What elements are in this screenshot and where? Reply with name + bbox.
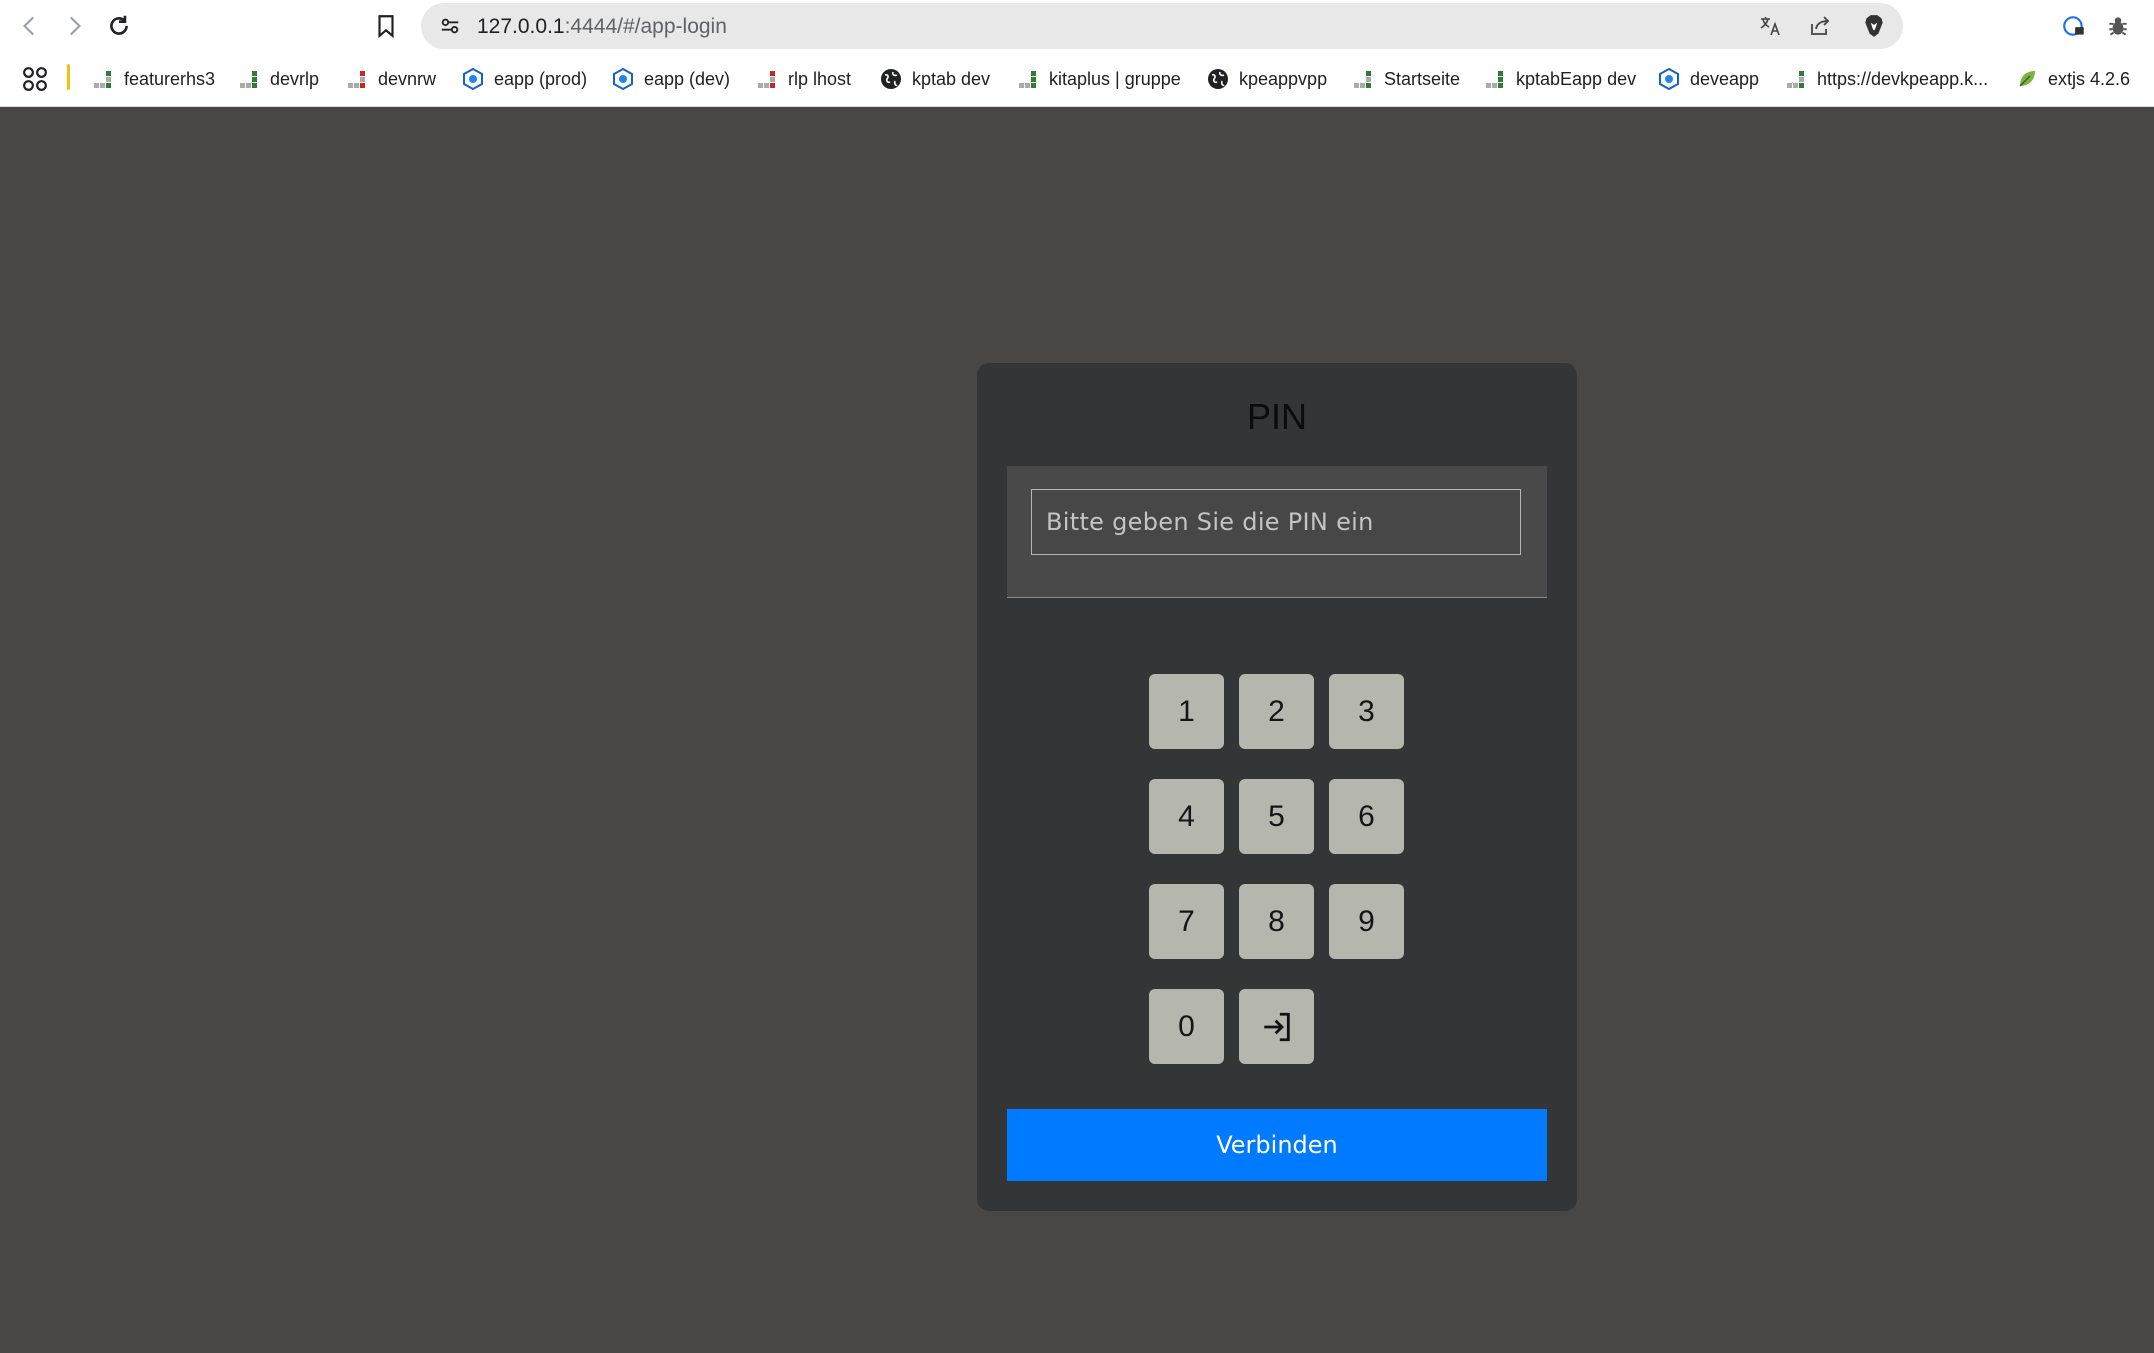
bars-icon [1352,68,1374,90]
url-path: :4444/#/app-login [564,15,727,38]
bookmark-label: eapp (dev) [644,68,731,89]
pin-login-card: PIN 1 2 3 4 5 6 7 8 9 0 Verbinden [977,363,1577,1211]
hex-logo-icon [462,67,484,91]
pin-title: PIN [1246,396,1307,437]
extension-lock-icon [2063,16,2084,36]
keypad-key-2[interactable]: 2 [1239,674,1314,749]
bookmark-item[interactable]: kitaplus | gruppe [1017,65,1181,93]
reload-icon [110,15,128,35]
bookmark-label: kpeappvpp [1239,68,1328,89]
login-arrow-icon [1263,1012,1290,1041]
bookmark-label: devrlp [270,68,320,89]
bookmark-item[interactable]: kpeappvpp [1207,65,1327,93]
bookmark-label: Startseite [1384,68,1461,89]
keypad-key-0[interactable]: 0 [1149,989,1224,1064]
bookmark-label: extjs 4.2.6 [2048,68,2131,89]
bookmark-label: https://devkpeapp.k... [1817,68,1989,89]
bookmark-item[interactable]: deveapp [1658,65,1759,93]
bookmark-item[interactable]: eapp (dev) [612,65,730,93]
globe-icon [880,68,902,90]
back-arrow-icon [23,16,35,36]
address-bar[interactable]: 127.0.0.1:4444/#/app-login [421,3,1903,49]
leaf-icon [2016,68,2038,90]
bookmark-item[interactable]: https://devkpeapp.k... [1785,65,1988,93]
forward-arrow-icon [69,16,81,36]
translate-icon[interactable] [1757,13,1783,39]
apps-grid-icon[interactable] [22,66,48,92]
bookmark-label: rlp lhost [788,68,852,89]
bars-icon [1484,68,1506,90]
browser-toolbar: 127.0.0.1:4444/#/app-login [0,0,2154,52]
forward-button[interactable] [52,4,96,48]
bookmark-item[interactable]: featurerhs3 [92,65,215,93]
bars-icon [238,68,260,90]
bookmark-icon [378,15,394,39]
keypad-key-7[interactable]: 7 [1149,884,1224,959]
bookmark-label: devnrw [378,68,437,89]
connect-button[interactable]: Verbinden [1007,1109,1547,1181]
bookmark-label: kptabEapp dev [1516,68,1637,89]
bookmark-item[interactable]: kptab dev [880,65,990,93]
bars-icon [1785,68,1807,90]
bars-icon [346,68,368,90]
keypad-key-3[interactable]: 3 [1329,674,1404,749]
keypad-key-1[interactable]: 1 [1149,674,1224,749]
site-settings-icon[interactable] [437,13,463,39]
bookmark-item[interactable]: eapp (prod) [462,65,587,93]
bookmark-label: kptab dev [912,68,991,89]
keypad-key-5[interactable]: 5 [1239,779,1314,854]
keypad-key-9[interactable]: 9 [1329,884,1404,959]
share-icon[interactable] [1807,13,1833,39]
url-text: 127.0.0.1:4444/#/app-login [477,15,727,39]
bug-icon [2109,17,2127,36]
pin-input-panel [1007,466,1547,598]
debug-extension-button[interactable] [2096,4,2140,48]
bookmark-item[interactable]: kptabEapp dev [1484,65,1636,93]
bookmarks-separator [67,64,70,90]
bookmark-item[interactable]: rlp lhost [756,65,851,93]
keypad-key-4[interactable]: 4 [1149,779,1224,854]
bars-icon [92,68,114,90]
bookmark-item[interactable]: devrlp [238,65,319,93]
url-host: 127.0.0.1 [477,15,565,38]
pin-input[interactable] [1031,489,1521,555]
globe-icon [1207,68,1229,90]
bars-icon [756,68,778,90]
bookmark-page-button[interactable] [364,4,408,48]
bookmark-item[interactable]: devnrw [346,65,436,93]
hex-logo-icon [1658,67,1680,91]
keypad-key-8[interactable]: 8 [1239,884,1314,959]
bars-icon [1017,68,1039,90]
extension-button[interactable] [2052,4,2096,48]
bookmark-label: eapp (prod) [494,68,588,89]
bookmark-item[interactable]: Startseite [1352,65,1460,93]
hex-logo-icon [612,67,634,91]
reload-button[interactable] [97,4,141,48]
back-button[interactable] [8,4,52,48]
bookmark-item[interactable]: extjs 4.2.6 [2016,65,2130,93]
bookmark-label: featurerhs3 [124,68,216,89]
keypad-enter-key[interactable] [1239,989,1314,1064]
keypad-key-6[interactable]: 6 [1329,779,1404,854]
bookmark-label: deveapp [1690,68,1760,89]
bookmark-label: kitaplus | gruppe [1049,68,1181,89]
brave-shield-icon[interactable] [1861,13,1887,39]
